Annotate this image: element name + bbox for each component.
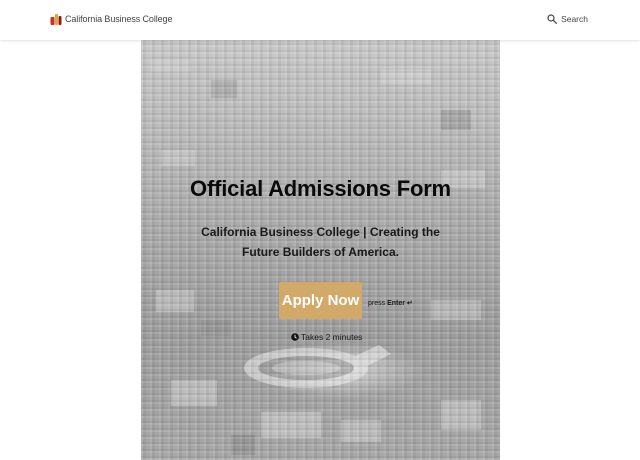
college-logo-icon — [50, 14, 62, 25]
press-enter-hint: press Enter ↵ — [368, 299, 413, 307]
top-bar: California Business College Search — [0, 0, 640, 40]
enter-key-label: Enter ↵ — [387, 300, 413, 307]
brand-name: California Business College — [65, 14, 173, 24]
time-estimate: Takes 2 minutes — [291, 332, 362, 342]
time-estimate-label: Takes 2 minutes — [301, 332, 363, 342]
search-icon — [547, 14, 558, 24]
hero-section: Official Admissions Form California Busi… — [141, 40, 500, 460]
clock-icon — [291, 333, 299, 341]
page-subtitle: California Business College | Creating t… — [201, 225, 440, 259]
brand[interactable]: California Business College — [50, 12, 172, 26]
enter-hint-prefix: press — [368, 300, 386, 307]
page-title: Official Admissions Form — [190, 176, 451, 201]
search-button[interactable]: Search — [547, 14, 588, 24]
apply-now-button[interactable]: Apply Now — [279, 282, 362, 319]
search-label: Search — [561, 14, 588, 24]
